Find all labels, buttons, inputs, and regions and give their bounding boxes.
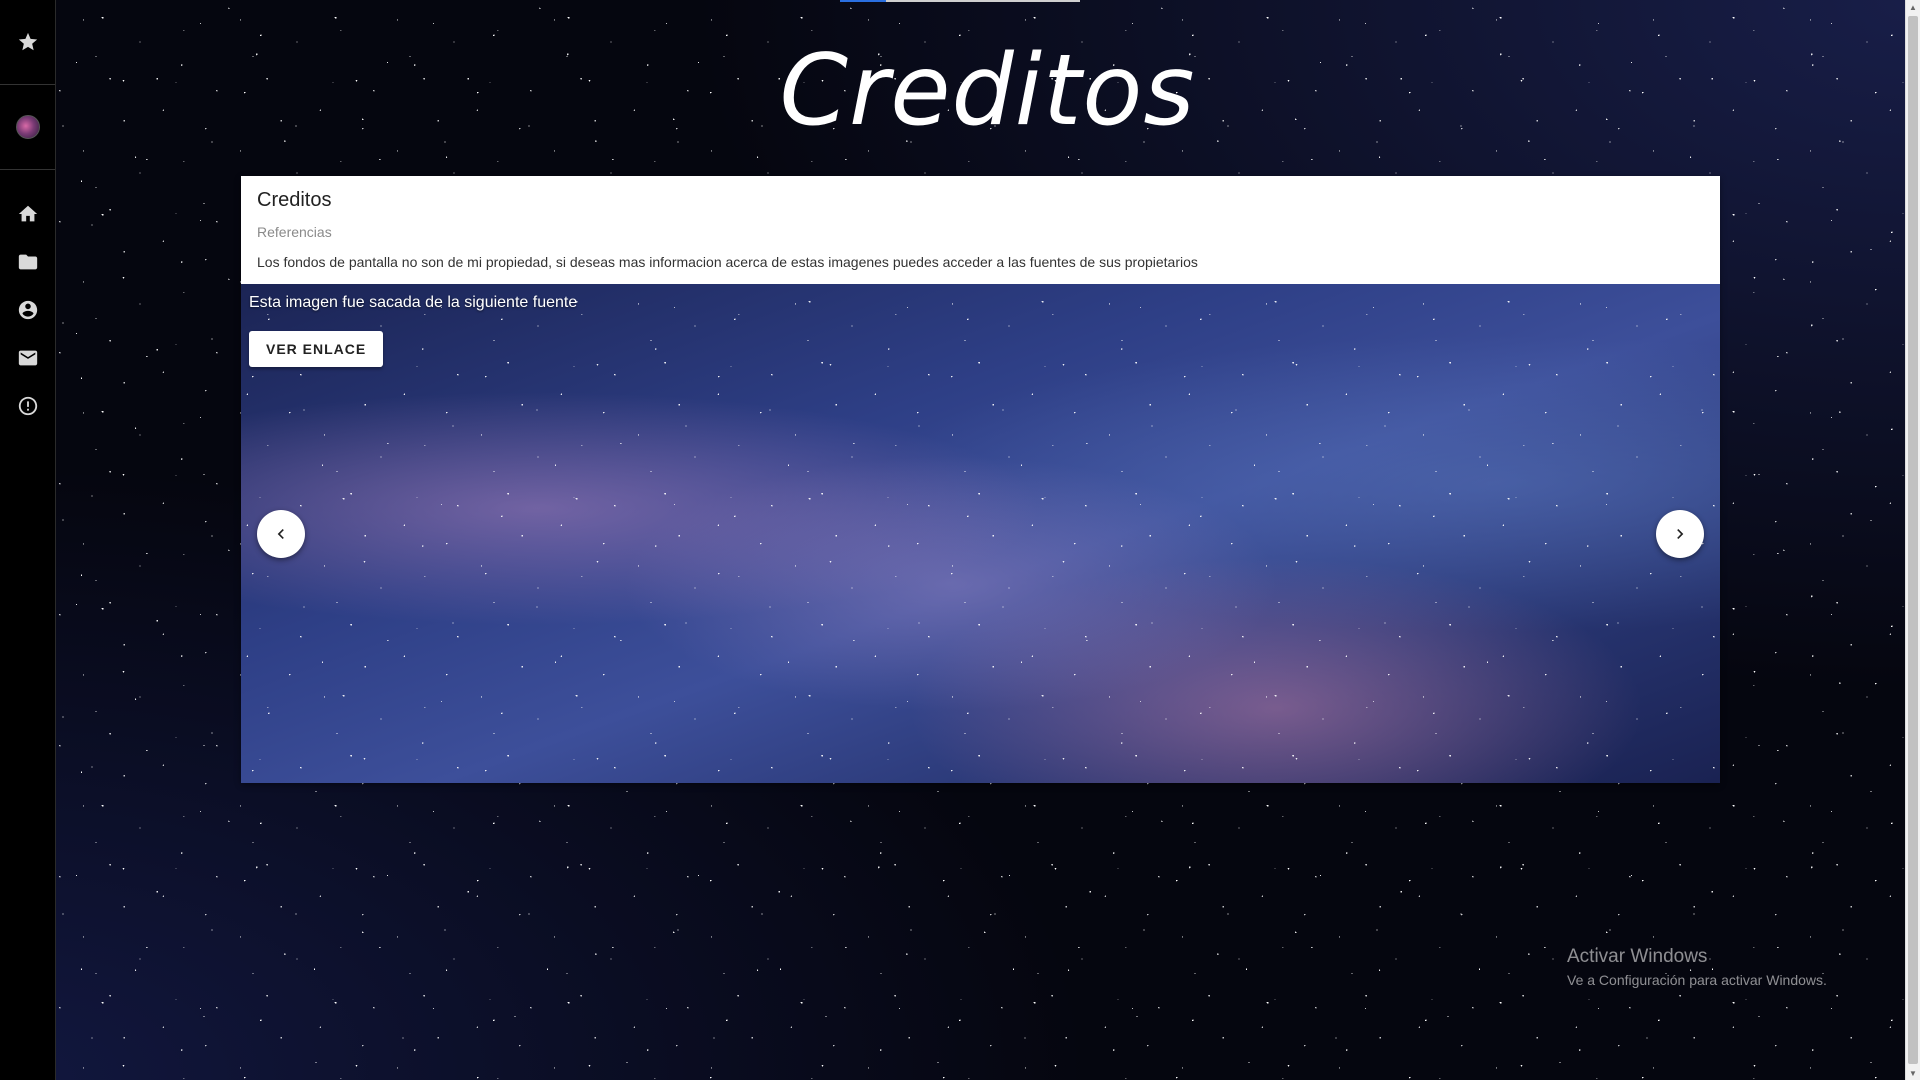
avatar[interactable]: [15, 115, 40, 139]
chevron-right-icon: [1677, 529, 1684, 539]
mail-icon: [17, 347, 39, 369]
top-progress-line: [840, 0, 1080, 2]
sidebar-item-folder[interactable]: [0, 238, 55, 286]
sidebar-avatar-section: [0, 85, 55, 170]
top-progress-accent: [840, 0, 886, 2]
card-title: Creditos: [257, 189, 332, 211]
page-title: Creditos: [779, 34, 1196, 148]
sidebar: [0, 0, 56, 1080]
card-description: Los fondos de pantalla no son de mi prop…: [257, 254, 1198, 270]
scroll-down-arrow-icon[interactable]: ▼: [1906, 1066, 1920, 1080]
sidebar-item-mail[interactable]: [0, 334, 55, 382]
watermark-subtitle: Ve a Configuración para activar Windows.: [1567, 972, 1827, 988]
watermark-title: Activar Windows: [1567, 946, 1708, 967]
sidebar-item-alert[interactable]: [0, 382, 55, 430]
alert-circle-icon: [17, 395, 39, 417]
sidebar-item-home[interactable]: [0, 190, 55, 238]
carousel-starfield: [241, 284, 1720, 783]
slide-caption: Esta imagen fue sacada de la siguiente f…: [249, 294, 578, 311]
folder-icon: [17, 251, 39, 273]
sidebar-item-account[interactable]: [0, 286, 55, 334]
windows-activation-watermark: Activar Windows Ve a Configuración para …: [1567, 946, 1827, 988]
view-link-button[interactable]: VER ENLACE: [249, 331, 384, 367]
card-subtitle: Referencias: [257, 224, 332, 240]
scroll-up-arrow-icon[interactable]: ▲: [1906, 0, 1920, 14]
image-carousel: Esta imagen fue sacada de la siguiente f…: [241, 284, 1720, 783]
chevron-left-icon: [277, 529, 284, 539]
account-circle-icon: [17, 299, 39, 321]
scroll-thumb[interactable]: [1908, 16, 1918, 1064]
credits-card: Creditos Referencias Los fondos de panta…: [241, 176, 1720, 783]
carousel-next-button[interactable]: [1656, 510, 1704, 558]
star-icon[interactable]: [17, 31, 39, 53]
carousel-starfield-layer: [241, 284, 1720, 783]
sidebar-header: [0, 0, 55, 85]
card-header: Creditos Referencias Los fondos de panta…: [241, 176, 1720, 284]
carousel-prev-button[interactable]: [257, 510, 305, 558]
vertical-scrollbar[interactable]: ▲ ▼: [1905, 0, 1920, 1080]
home-icon: [17, 203, 39, 225]
sidebar-nav: [0, 170, 55, 430]
